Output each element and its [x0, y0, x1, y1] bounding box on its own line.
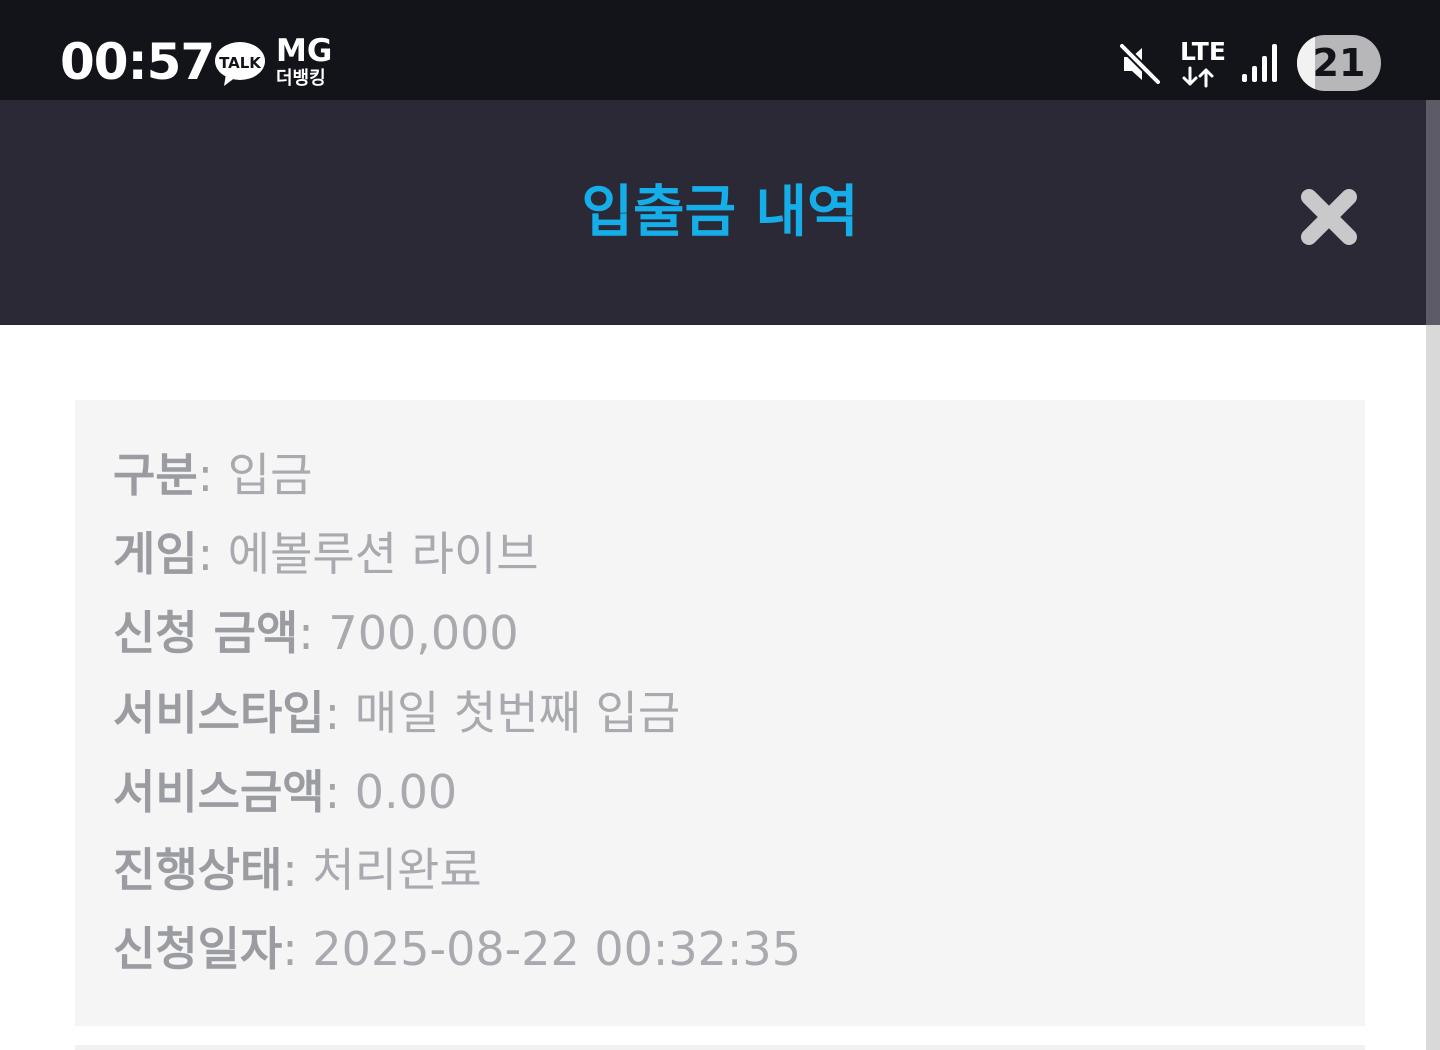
- carrier-badge: MG 더뱅킹: [276, 34, 332, 90]
- detail-row-date: 신청일자: 2025-08-22 00:32:35: [113, 921, 801, 977]
- carrier-top: MG: [276, 33, 333, 69]
- detail-separator: :: [282, 843, 313, 897]
- detail-row-status: 진행상태: 처리완료: [113, 842, 482, 898]
- detail-label: 진행상태: [113, 843, 283, 897]
- kakaotalk-icon: TALK: [214, 40, 266, 88]
- detail-value: 처리완료: [312, 843, 482, 897]
- battery-level: 21: [1312, 41, 1366, 85]
- network-label: LTE: [1180, 37, 1226, 66]
- detail-separator: :: [197, 448, 228, 502]
- detail-separator: :: [197, 527, 228, 581]
- lte-data-icon: LTE: [1180, 38, 1226, 88]
- detail-value: 2025-08-22 00:32:35: [312, 922, 801, 976]
- detail-separator: :: [324, 686, 355, 740]
- scrollbar-thumb[interactable]: [1426, 100, 1440, 325]
- status-bar: 00:57 TALK MG 더뱅킹 LTE 21: [0, 0, 1440, 100]
- close-x-icon[interactable]: [1296, 184, 1362, 250]
- detail-value: 매일 첫번째 입금: [354, 686, 681, 740]
- modal-header: 입출금 내역: [0, 100, 1426, 325]
- detail-row-service-type: 서비스타입: 매일 첫번째 입금: [113, 685, 680, 741]
- detail-separator: :: [298, 606, 329, 660]
- carrier-bottom: 더뱅킹: [276, 68, 326, 89]
- talk-badge-text: TALK: [219, 54, 262, 72]
- signal-icon: [1240, 42, 1280, 84]
- detail-label: 신청일자: [113, 922, 283, 976]
- detail-row-type: 구분: 입금: [113, 447, 312, 503]
- scrollbar[interactable]: [1426, 100, 1440, 1050]
- detail-value: 에볼루션 라이브: [227, 527, 539, 581]
- detail-row-service-amount: 서비스금액: 0.00: [113, 764, 457, 820]
- status-time: 00:57: [60, 33, 215, 91]
- detail-value: 700,000: [328, 606, 519, 660]
- page-title: 입출금 내역: [581, 180, 859, 245]
- next-card-edge: [75, 1045, 1365, 1050]
- detail-label: 서비스금액: [113, 765, 325, 819]
- close-button[interactable]: [1296, 184, 1362, 250]
- detail-label: 서비스타입: [113, 686, 325, 740]
- detail-label: 게임: [113, 527, 198, 581]
- detail-row-game: 게임: 에볼루션 라이브: [113, 526, 539, 582]
- detail-value: 입금: [227, 448, 313, 502]
- detail-value: 0.00: [354, 765, 458, 819]
- detail-row-amount: 신청 금액: 700,000: [113, 605, 519, 661]
- detail-label: 구분: [113, 448, 198, 502]
- detail-separator: :: [324, 765, 355, 819]
- detail-separator: :: [282, 922, 313, 976]
- battery-icon: 21: [1297, 35, 1381, 91]
- mute-icon: [1118, 42, 1162, 86]
- detail-label: 신청 금액: [113, 606, 299, 660]
